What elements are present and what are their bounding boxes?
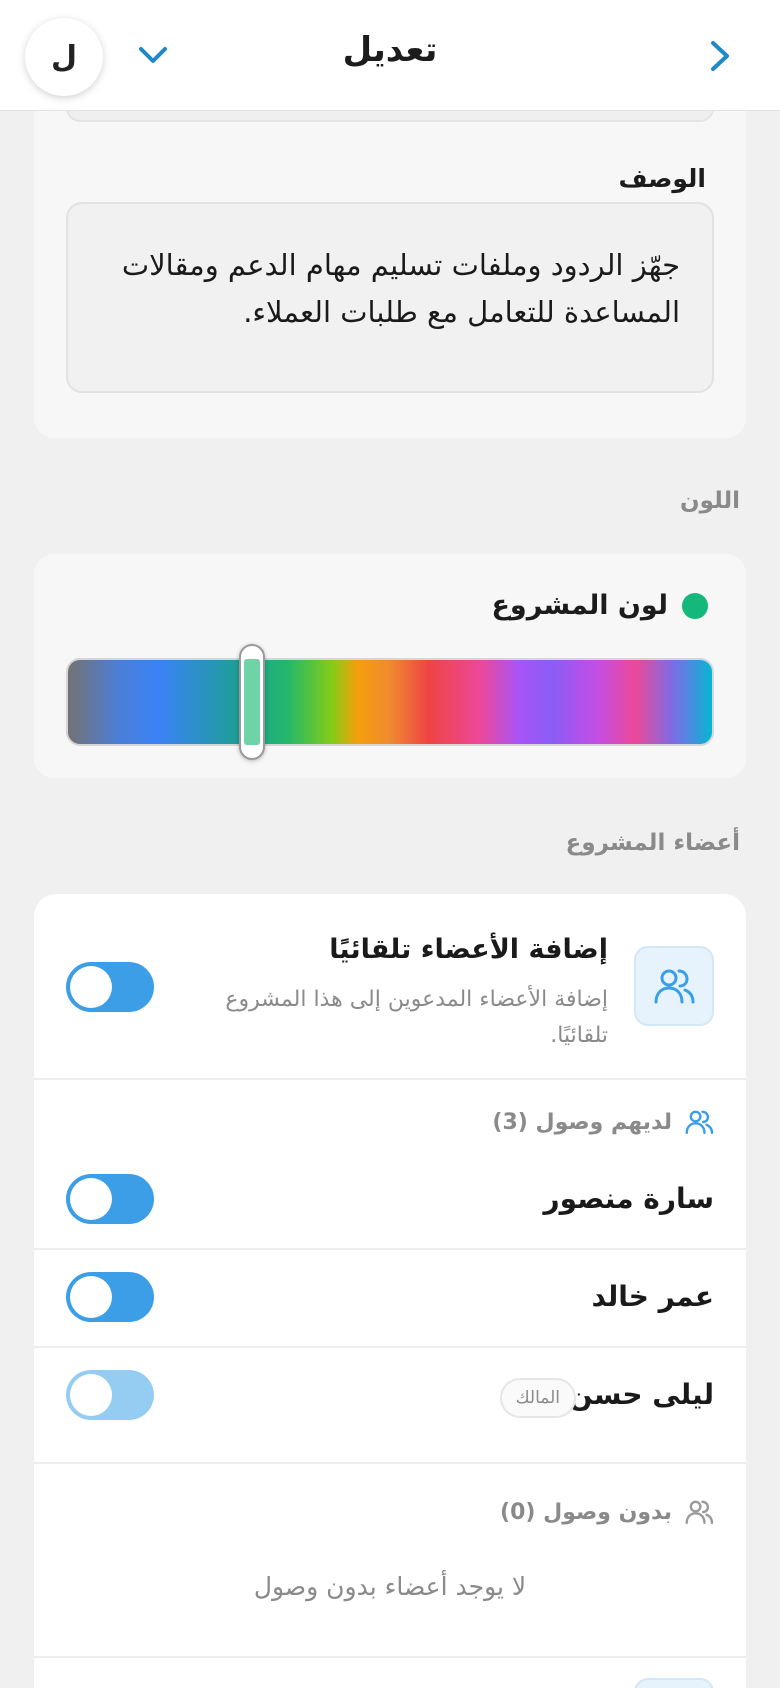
color-slider-thumb[interactable] [239, 644, 265, 760]
users-icon [685, 1110, 714, 1135]
top-bar: تعديل ل [0, 0, 780, 111]
divider [34, 1656, 746, 1658]
next-row-icon-box [634, 1678, 714, 1688]
chevron-down-icon [139, 47, 167, 63]
edit-project-page: تعديل ل الوصف جهّز الردود وملفات تسليم م… [0, 0, 780, 1688]
auto-add-members-row: إضافة الأعضاء تلقائيًا إضافة الأعضاء الم… [34, 894, 746, 1080]
project-color-label: لون المشروع [491, 590, 668, 621]
member-name: عمر خالد [591, 1280, 714, 1313]
color-section-title: اللون [680, 488, 740, 514]
users-icon [685, 1500, 714, 1525]
description-label: الوصف [618, 164, 706, 193]
avatar[interactable]: ل [25, 18, 103, 96]
member-access-toggle[interactable] [66, 1272, 154, 1322]
member-access-toggle-disabled [66, 1370, 154, 1420]
member-row: عمر خالد [34, 1250, 746, 1348]
owner-badge: المالك [499, 1378, 576, 1418]
member-name: ليلى حسن [568, 1378, 714, 1411]
empty-state-text: لا يوجد أعضاء بدون وصول [253, 1572, 527, 1601]
menu-dropdown-button[interactable] [135, 40, 171, 70]
member-row: ليلى حسن المالك [34, 1348, 746, 1464]
member-row: سارة منصور [34, 1152, 746, 1250]
auto-add-subtitle: إضافة الأعضاء المدعوين إلى هذا المشروع ت… [225, 987, 608, 1048]
toggle-knob [70, 966, 112, 1008]
selected-color-dot [682, 592, 708, 619]
color-spectrum-slider[interactable] [66, 658, 714, 746]
users-icon [654, 969, 695, 1004]
auto-add-title: إضافة الأعضاء تلقائيًا [329, 934, 608, 965]
toggle-knob [70, 1178, 112, 1220]
color-slider-thumb-swatch [244, 659, 260, 745]
with-access-heading-text: لديهم وصول (3) [492, 1109, 672, 1135]
project-color-row: لون المشروع [491, 590, 708, 621]
color-card: لون المشروع [34, 554, 746, 778]
auto-add-icon-box [634, 946, 714, 1026]
member-access-toggle[interactable] [66, 1174, 154, 1224]
with-access-heading: لديهم وصول (3) [492, 1108, 714, 1136]
members-section-title: أعضاء المشروع [565, 830, 740, 856]
toggle-knob [70, 1374, 112, 1416]
without-access-heading: بدون وصول (0) [500, 1498, 714, 1526]
auto-add-toggle[interactable] [66, 962, 154, 1012]
description-textarea[interactable]: جهّز الردود وملفات تسليم مهام الدعم ومقا… [66, 202, 714, 393]
members-card: إضافة الأعضاء تلقائيًا إضافة الأعضاء الم… [34, 894, 746, 1688]
details-card: الوصف جهّز الردود وملفات تسليم مهام الدع… [34, 60, 746, 438]
page-title: تعديل [342, 30, 438, 70]
member-name: سارة منصور [543, 1182, 714, 1215]
toggle-knob [70, 1276, 112, 1318]
without-access-heading-text: بدون وصول (0) [500, 1499, 672, 1525]
